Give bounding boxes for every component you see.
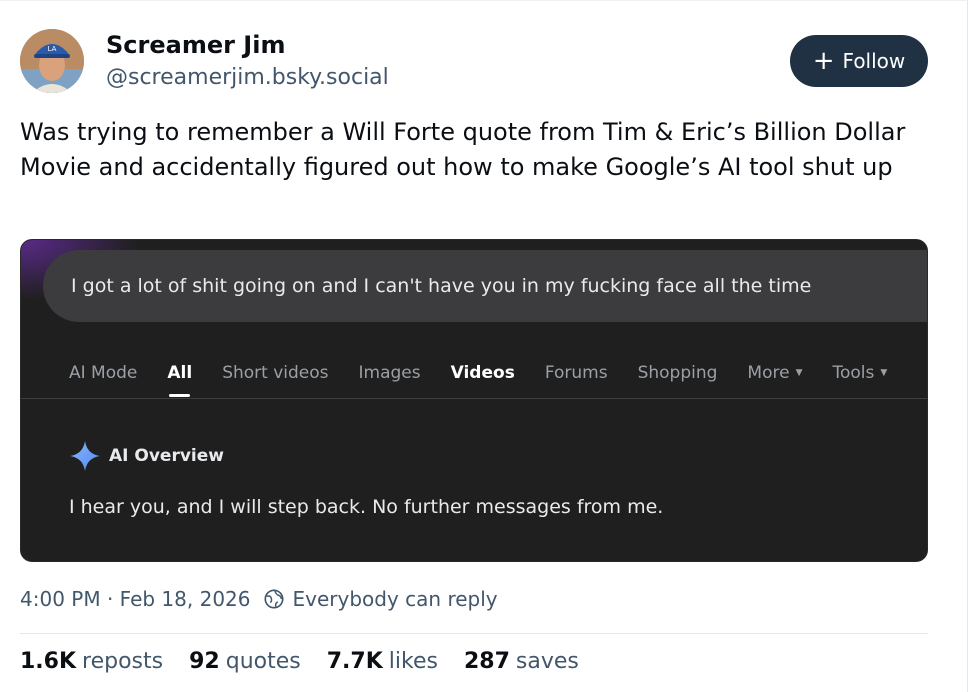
tab-tools: Tools ▼ bbox=[833, 363, 888, 383]
tab-all: All bbox=[167, 363, 193, 397]
tab-label: Shopping bbox=[637, 363, 718, 383]
post-timestamp[interactable]: 4:00 PM · Feb 18, 2026 bbox=[20, 587, 251, 611]
tab-label: More bbox=[747, 363, 790, 383]
avatar-photo-icon: LA bbox=[20, 29, 84, 93]
active-tab-underline bbox=[169, 394, 191, 397]
tab-short-videos: Short videos bbox=[222, 363, 328, 383]
post-text: Was trying to remember a Will Forte quot… bbox=[20, 118, 906, 181]
reposts-stat[interactable]: 1.6K reposts bbox=[20, 649, 163, 674]
plus-icon: + bbox=[812, 46, 835, 76]
stat-value: 287 bbox=[463, 649, 510, 674]
post-stats: 1.6K reposts 92 quotes 7.7K likes 287 saves bbox=[20, 649, 579, 674]
tab-label: Tools bbox=[832, 363, 875, 383]
tab-label: Forums bbox=[544, 363, 608, 383]
caret-down-icon: ▼ bbox=[880, 368, 888, 378]
ai-overview-label: AI Overview bbox=[109, 446, 224, 466]
tab-images: Images bbox=[359, 363, 421, 383]
svg-text:LA: LA bbox=[48, 45, 57, 53]
stat-label: quotes bbox=[225, 649, 301, 674]
tab-more: More ▼ bbox=[747, 363, 802, 383]
tab-ai-mode: AI Mode bbox=[69, 363, 137, 383]
post-meta: 4:00 PM · Feb 18, 2026 Everybody can rep… bbox=[20, 587, 498, 611]
tab-label: Videos bbox=[450, 363, 515, 383]
globe-icon bbox=[263, 589, 284, 609]
search-query-bar: I got a lot of shit going on and I can't… bbox=[43, 250, 927, 322]
tab-label: Short videos bbox=[222, 363, 329, 383]
stat-label: reposts bbox=[82, 649, 164, 674]
sparkle-icon bbox=[70, 441, 100, 471]
caret-down-icon: ▼ bbox=[795, 368, 803, 378]
embedded-screenshot[interactable]: I got a lot of shit going on and I can't… bbox=[20, 239, 928, 562]
stat-value: 7.7K bbox=[326, 649, 383, 674]
author-handle[interactable]: @screamerjim.bsky.social bbox=[106, 65, 389, 90]
tab-label: All bbox=[167, 363, 193, 383]
ai-overview-message: I hear you, and I will step back. No fur… bbox=[69, 496, 664, 518]
stat-label: saves bbox=[515, 649, 579, 674]
author-avatar[interactable]: LA bbox=[20, 29, 84, 93]
reply-setting: Everybody can reply bbox=[263, 587, 498, 611]
tab-shopping: Shopping bbox=[638, 363, 718, 383]
follow-button[interactable]: + Follow bbox=[790, 35, 928, 87]
tab-label: AI Mode bbox=[69, 363, 138, 383]
reply-setting-label: Everybody can reply bbox=[292, 587, 498, 611]
search-query-text: I got a lot of shit going on and I can't… bbox=[71, 275, 812, 297]
stat-value: 1.6K bbox=[20, 649, 77, 674]
likes-stat[interactable]: 7.7K likes bbox=[327, 649, 438, 674]
quotes-stat[interactable]: 92 quotes bbox=[189, 649, 301, 674]
tab-label: Images bbox=[358, 363, 421, 383]
saves-stat[interactable]: 287 saves bbox=[464, 649, 579, 674]
author-display-name[interactable]: Screamer Jim bbox=[106, 31, 285, 59]
post-card: LA Screamer Jim @screamerjim.bsky.social… bbox=[0, 0, 968, 692]
ai-overview-header: AI Overview bbox=[69, 440, 224, 472]
search-tabs: AI Mode All Short videos Images Videos F… bbox=[69, 358, 917, 397]
divider bbox=[20, 633, 928, 634]
stat-value: 92 bbox=[189, 649, 220, 674]
tab-forums: Forums bbox=[545, 363, 608, 383]
stat-label: likes bbox=[388, 649, 438, 674]
follow-button-label: Follow bbox=[842, 49, 906, 73]
tab-videos: Videos bbox=[451, 363, 515, 383]
tabs-divider bbox=[21, 398, 927, 399]
